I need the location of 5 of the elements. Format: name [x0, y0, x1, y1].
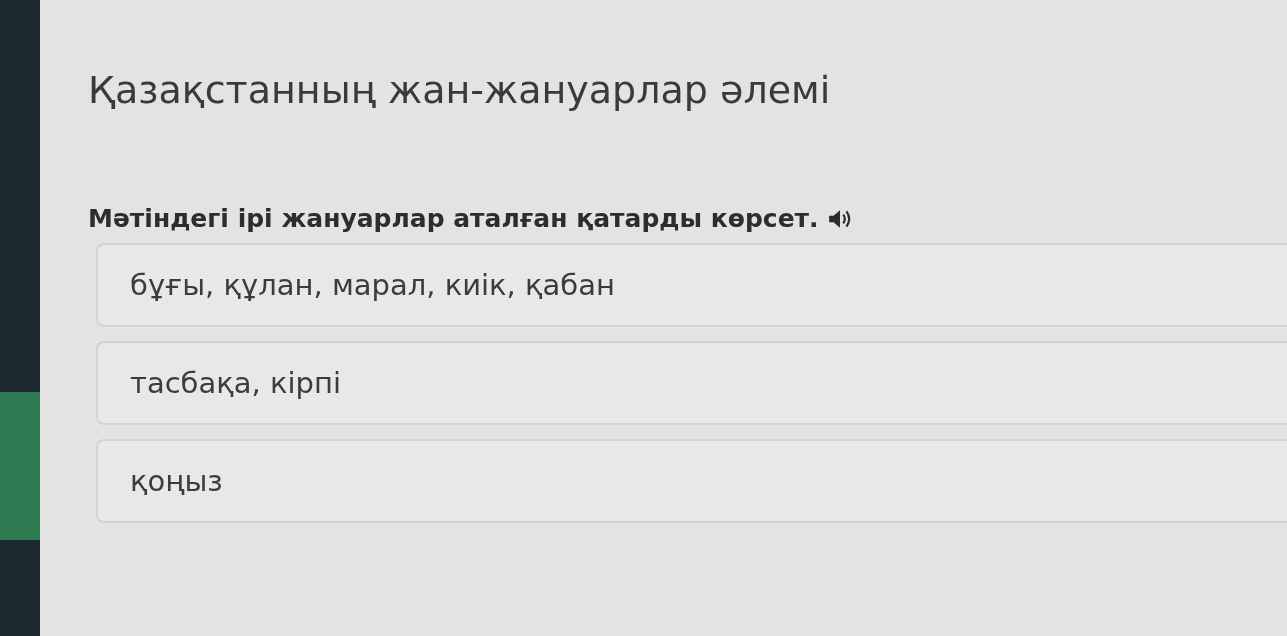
lesson-title: Қазақстанның жан-жануарлар әлемі	[88, 68, 832, 112]
answer-option[interactable]: қоңыз	[96, 439, 1287, 523]
answer-option[interactable]: тасбақа, кірпі	[96, 341, 1287, 425]
question-text: Мәтіндегі ірі жануарлар аталған қатарды көрсет.	[88, 204, 819, 233]
answer-option[interactable]: бұғы, құлан, марал, киік, қабан	[96, 243, 1287, 327]
